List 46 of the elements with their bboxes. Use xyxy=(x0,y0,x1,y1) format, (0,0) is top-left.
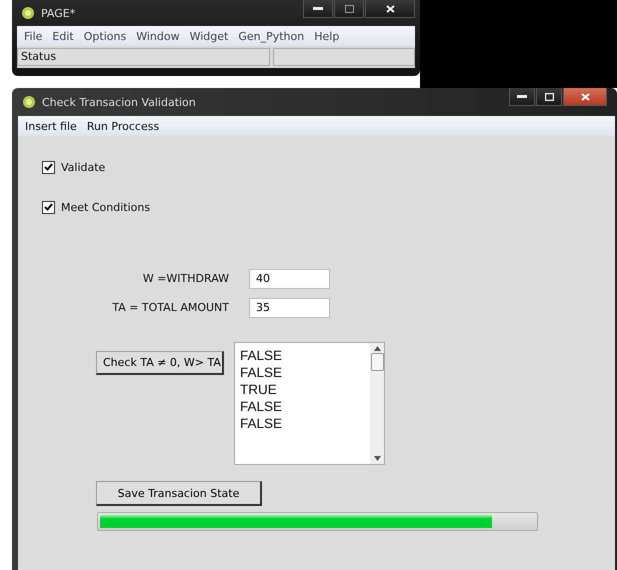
minimize-icon xyxy=(517,94,527,98)
maximize-icon xyxy=(544,92,554,100)
scroll-down-icon[interactable] xyxy=(374,456,380,461)
input-field[interactable]: 35 xyxy=(249,298,330,318)
input-field[interactable]: 40 xyxy=(249,268,330,288)
menu-item[interactable]: File xyxy=(19,30,48,42)
maximize-icon xyxy=(344,4,354,12)
window-title: PAGE* xyxy=(41,6,76,20)
list-item[interactable]: FALSE xyxy=(240,364,282,381)
save-button[interactable]: Save Transacion State xyxy=(96,481,262,506)
maximize-button[interactable] xyxy=(536,88,562,106)
close-button[interactable] xyxy=(365,0,415,18)
check-button[interactable]: Check TA ≠ 0, W> TA xyxy=(96,351,224,375)
window-title: Check Transacion Validation xyxy=(42,96,196,108)
field-label: TA = TOTAL AMOUNT xyxy=(111,301,230,314)
app-icon xyxy=(21,6,35,20)
list-item[interactable]: FALSE xyxy=(240,415,282,432)
minimize-button[interactable] xyxy=(509,88,535,106)
scrollbar-thumb[interactable] xyxy=(370,353,384,371)
field-label: W =WITHDRAW xyxy=(142,272,230,285)
menu-item[interactable]: Help xyxy=(309,30,344,42)
minimize-button[interactable] xyxy=(303,0,333,18)
checkbox[interactable] xyxy=(42,200,55,214)
menu-item[interactable]: Edit xyxy=(47,30,79,42)
checkbox-label: Validate xyxy=(61,160,106,174)
status-text: Status xyxy=(17,48,270,66)
scrollbar[interactable] xyxy=(370,343,384,464)
menu-item[interactable]: Insert file xyxy=(20,120,82,132)
close-icon xyxy=(580,92,590,100)
maximize-button[interactable] xyxy=(334,0,364,18)
list-item[interactable]: FALSE xyxy=(240,398,282,415)
menu-item[interactable]: Gen_Python xyxy=(233,30,310,42)
menu-item[interactable]: Widget xyxy=(184,30,234,42)
menu-item[interactable]: Options xyxy=(78,30,132,42)
menu-item[interactable]: Run Proccess xyxy=(82,120,164,132)
list-item[interactable]: FALSE xyxy=(240,347,282,364)
menu-item[interactable]: Window xyxy=(131,30,185,42)
scroll-up-icon[interactable] xyxy=(374,346,380,351)
list-item[interactable]: TRUE xyxy=(240,381,277,398)
app-icon xyxy=(22,95,36,109)
checkbox[interactable] xyxy=(42,160,55,174)
close-icon xyxy=(386,4,394,12)
checkbox-label: Meet Conditions xyxy=(61,200,150,214)
result-list[interactable]: FALSE FALSE TRUE FALSE FALSE xyxy=(234,342,385,465)
minimize-icon xyxy=(313,6,323,10)
close-button[interactable] xyxy=(563,88,607,106)
